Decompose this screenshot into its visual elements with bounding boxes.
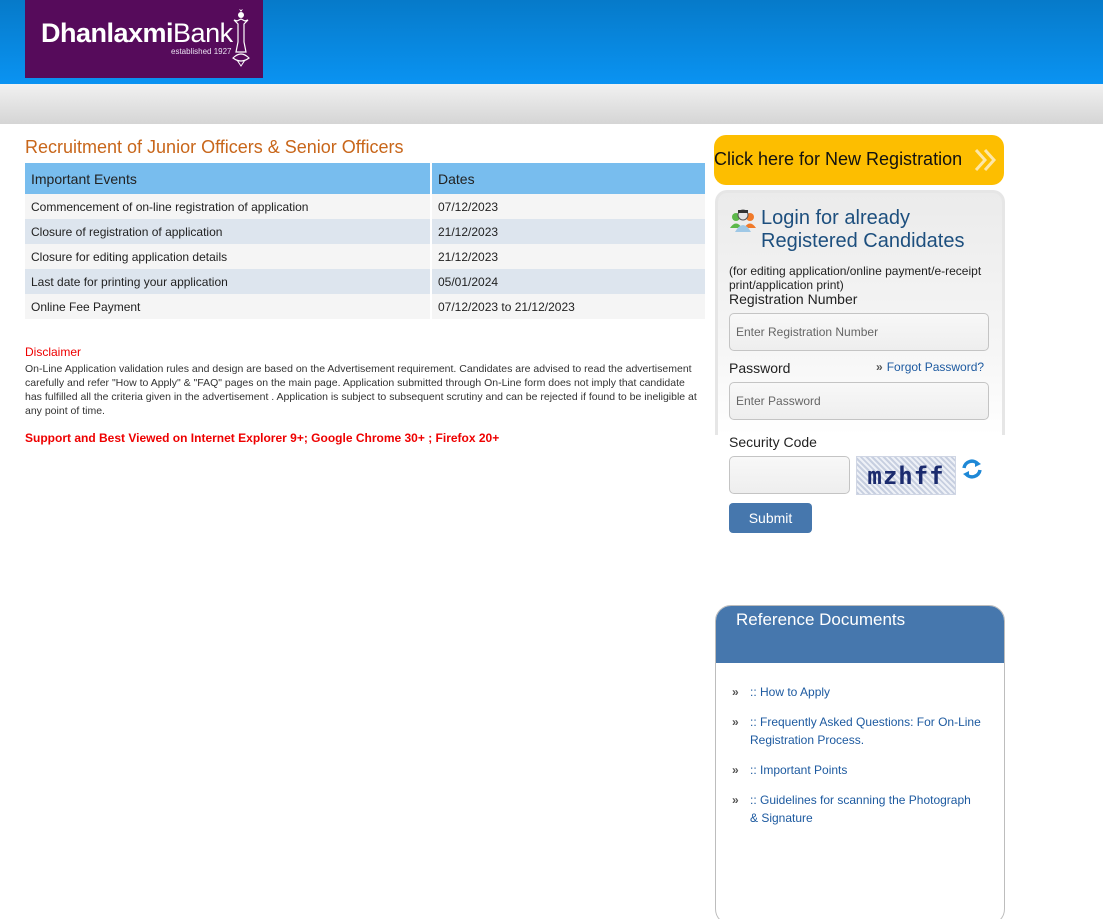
bank-logo[interactable]: DhanlaxmiBank established 1927 — [25, 0, 263, 78]
submit-button[interactable]: Submit — [729, 503, 812, 533]
security-code-label: Security Code — [729, 434, 817, 450]
double-chevron-right-icon: » — [732, 793, 739, 807]
security-code-input[interactable] — [729, 456, 850, 494]
column-header-dates: Dates — [432, 163, 705, 194]
forgot-password-link[interactable]: » Forgot Password? — [876, 360, 984, 374]
event-cell: Commencement of on-line registration of … — [25, 194, 432, 219]
password-input[interactable] — [729, 382, 989, 420]
registration-number-label: Registration Number — [729, 291, 858, 307]
double-chevron-right-icon: » — [876, 360, 883, 374]
forgot-password-text: Forgot Password? — [886, 360, 985, 374]
event-cell: Closure for editing application details — [25, 244, 432, 269]
table-row: Closure for editing application details … — [25, 244, 705, 269]
disclaimer-heading: Disclaimer — [25, 345, 82, 359]
table-row: Closure of registration of application 2… — [25, 219, 705, 244]
important-events-table: Important Events Dates Commencement of o… — [25, 163, 705, 319]
password-label: Password — [729, 360, 791, 376]
reference-link-faq[interactable]: » :: Frequently Asked Questions: For On-… — [732, 713, 982, 749]
reference-documents-title: Reference Documents — [736, 610, 906, 629]
new-registration-button[interactable]: Click here for New Registration — [714, 135, 1004, 185]
disclaimer-text: On-Line Application validation rules and… — [25, 363, 697, 417]
login-subtitle: (for editing application/online payment/… — [729, 264, 982, 292]
table-row: Last date for printing your application … — [25, 269, 705, 294]
login-heading: Login for already Registered Candidates — [761, 207, 965, 252]
table-row: Online Fee Payment 07/12/2023 to 21/12/2… — [25, 294, 705, 319]
registration-number-input[interactable] — [729, 313, 989, 351]
refresh-icon[interactable] — [961, 458, 983, 480]
reference-documents-header: Reference Documents — [716, 606, 1004, 663]
event-cell: Closure of registration of application — [25, 219, 432, 244]
table-header-row: Important Events Dates — [25, 163, 705, 194]
event-cell: Last date for printing your application — [25, 269, 432, 294]
reference-link-photo-guidelines[interactable]: » :: Guidelines for scanning the Photogr… — [732, 791, 982, 827]
new-registration-label: Click here for New Registration — [714, 149, 963, 169]
goddess-emblem-icon — [232, 9, 250, 67]
column-header-events: Important Events — [25, 163, 432, 194]
double-chevron-right-icon: » — [732, 685, 739, 699]
captcha-image: mzhff — [856, 456, 956, 495]
reference-link-how-to-apply[interactable]: » :: How to Apply — [732, 683, 982, 701]
date-cell: 07/12/2023 — [432, 194, 705, 219]
double-chevron-right-icon: » — [732, 763, 739, 777]
page-title: Recruitment of Junior Officers & Senior … — [25, 137, 404, 157]
date-cell: 05/01/2024 — [432, 269, 705, 294]
table-row: Commencement of on-line registration of … — [25, 194, 705, 219]
users-icon — [730, 209, 756, 232]
double-chevron-right-icon: » — [732, 715, 739, 729]
date-cell: 21/12/2023 — [432, 219, 705, 244]
reference-link-important-points[interactable]: » :: Important Points — [732, 761, 982, 779]
date-cell: 21/12/2023 — [432, 244, 705, 269]
reference-documents-panel: Reference Documents » :: How to Apply » … — [715, 605, 1005, 919]
logo-wordmark: DhanlaxmiBank — [41, 18, 233, 48]
event-cell: Online Fee Payment — [25, 294, 432, 319]
date-cell: 07/12/2023 to 21/12/2023 — [432, 294, 705, 319]
double-chevron-right-icon — [974, 148, 997, 172]
logo-tagline: established 1927 — [171, 47, 232, 56]
browser-support-note: Support and Best Viewed on Internet Expl… — [25, 431, 500, 445]
nav-bar — [0, 84, 1103, 124]
